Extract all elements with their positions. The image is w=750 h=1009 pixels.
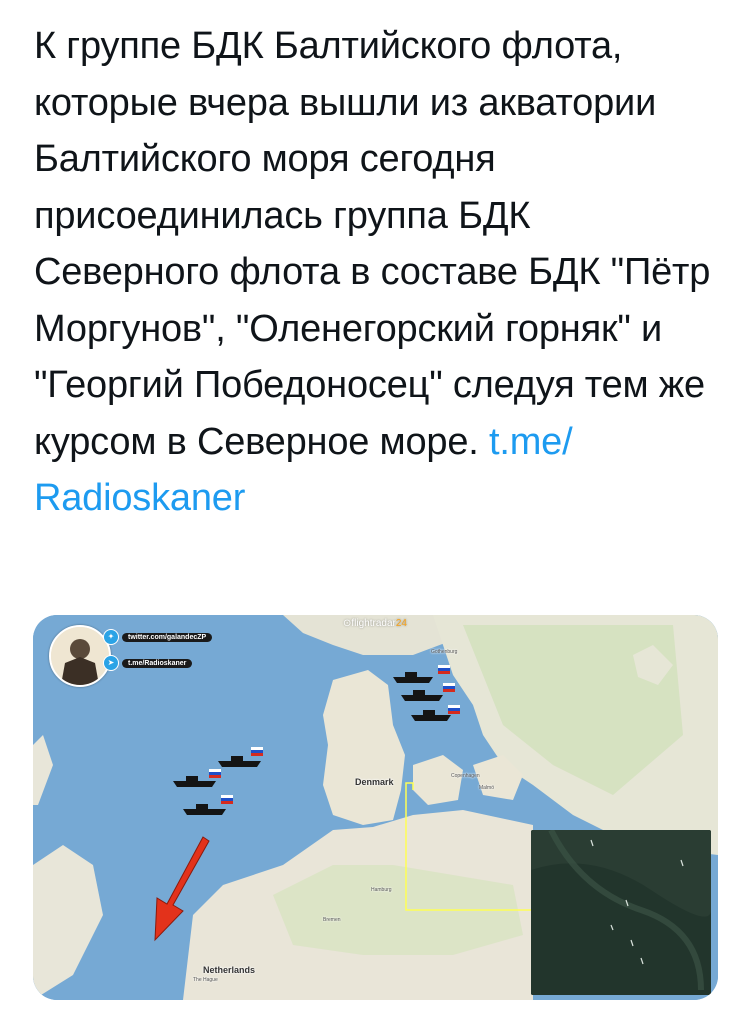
link-part-2: Radioskaner — [34, 477, 246, 519]
telegram-plane-icon: ➤ — [103, 655, 119, 671]
watermark-twitter: ✦ twitter.com/galandecZP — [103, 629, 213, 645]
tweet-text: К группе БДК Балтийского флота, которые … — [34, 18, 724, 527]
tweet-media-image[interactable]: ✦ twitter.com/galandecZP ➤ t.me/Radioska… — [33, 615, 718, 1000]
label-malmo: Malmö — [479, 785, 495, 791]
label-denmark: Denmark — [355, 777, 394, 787]
satellite-inset-image — [531, 830, 711, 995]
label-the-hague: The Hague — [193, 977, 218, 983]
label-netherlands: Netherlands — [203, 965, 256, 975]
label-gothenburg: Gothenburg — [431, 649, 458, 655]
tweet-body: К группе БДК Балтийского флота, которые … — [34, 25, 711, 463]
watermark-avatar — [49, 625, 111, 687]
label-bremen: Bremen — [323, 917, 341, 923]
flightradar-logo: ⊙flightradar24 — [343, 618, 407, 629]
link-part-1: t.me/ — [489, 420, 573, 463]
twitter-bird-icon: ✦ — [103, 629, 119, 645]
watermark-telegram: ➤ t.me/Radioskaner — [103, 655, 193, 671]
label-hamburg: Hamburg — [371, 887, 392, 893]
label-copenhagen: Copenhagen — [451, 773, 480, 779]
